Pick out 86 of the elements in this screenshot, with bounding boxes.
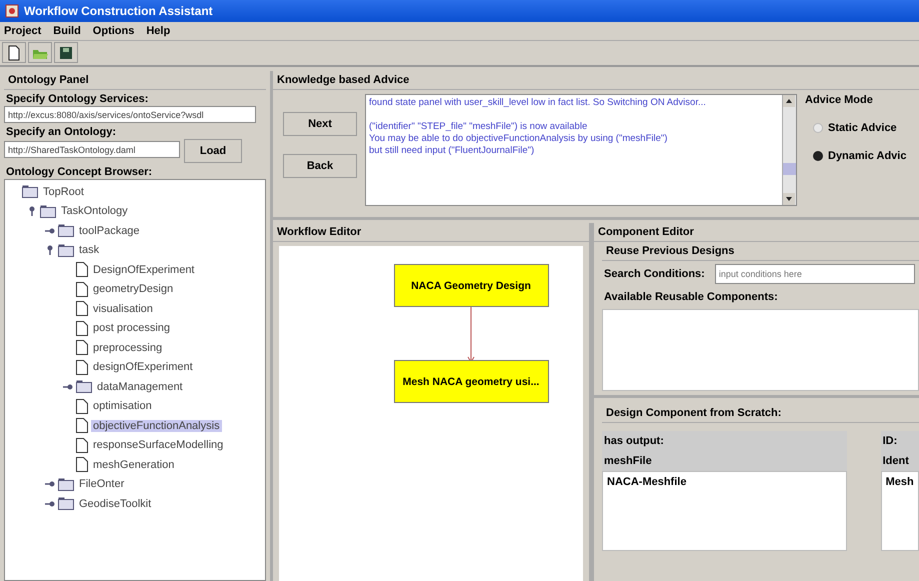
tree-item[interactable]: task xyxy=(77,244,102,256)
ontology-url-field[interactable]: http://SharedTaskOntology.daml xyxy=(4,141,180,158)
field-label: Specify an Ontology: xyxy=(5,125,118,139)
tree-item[interactable]: TaskOntology xyxy=(59,205,130,218)
load-button[interactable]: Load xyxy=(184,139,242,163)
save-button[interactable] xyxy=(54,42,78,63)
id-value-box[interactable]: Mesh xyxy=(880,471,919,551)
tree-item[interactable]: preprocessing xyxy=(91,342,164,354)
collapsed-handle-icon[interactable] xyxy=(45,479,55,490)
tree-item[interactable]: meshGeneration xyxy=(91,458,176,471)
field-label: ID: xyxy=(882,434,898,449)
field-label: Available Reusable Components: xyxy=(603,290,779,305)
tree-item[interactable]: toolPackage xyxy=(77,224,142,237)
collapsed-handle-icon[interactable] xyxy=(45,226,55,236)
tree-item[interactable]: FileOnter xyxy=(77,478,126,490)
group-title: Design Component from Scratch: xyxy=(602,404,919,423)
panel-title: Workflow Editor xyxy=(273,223,589,242)
workflow-node[interactable]: Mesh NACA geometry usi... xyxy=(394,360,548,403)
output-name: meshFile xyxy=(603,454,653,469)
menu-item[interactable]: Build xyxy=(53,25,81,37)
search-field[interactable]: input conditions here xyxy=(714,264,915,284)
document-icon xyxy=(76,340,88,356)
tree-item[interactable]: DesignOfExperiment xyxy=(91,264,196,276)
folder-icon xyxy=(22,185,38,198)
document-icon xyxy=(76,457,88,472)
tree-item[interactable]: TopRoot xyxy=(41,186,86,198)
field-label: Ontology Concept Browser: xyxy=(5,165,154,179)
id-name: Ident xyxy=(882,454,910,469)
advice-line: ("identifier" "STEP_file" "meshFile") is now available xyxy=(369,121,588,133)
scrollbar[interactable] xyxy=(782,95,796,205)
folder-icon xyxy=(58,244,74,257)
panel-title: Ontology Panel xyxy=(4,71,266,90)
tree-item[interactable]: geometryDesign xyxy=(91,283,176,296)
collapsed-handle-icon[interactable] xyxy=(45,498,55,509)
document-icon xyxy=(76,418,88,434)
app-icon xyxy=(5,4,19,18)
menu-item[interactable]: Options xyxy=(92,25,134,37)
radio-option[interactable]: Static Advice xyxy=(805,122,906,134)
folder-icon xyxy=(58,497,74,510)
tree-item[interactable]: responseSurfaceModelling xyxy=(91,439,226,452)
output-value-box[interactable]: NACA-Meshfile xyxy=(602,471,847,551)
window-title: Workflow Construction Assistant xyxy=(24,4,213,18)
tree-item[interactable]: objectiveFunctionAnalysis xyxy=(91,420,222,432)
advice-line: You may be able to do objectiveFunctionAnalysis by using ("meshFile") xyxy=(369,133,668,145)
scroll-up-icon[interactable] xyxy=(783,95,795,107)
advice-line: but still need input ("FluentJournalFile") xyxy=(369,145,536,157)
connector-arrow xyxy=(467,307,475,363)
document-icon xyxy=(76,398,88,414)
document-icon xyxy=(76,262,88,278)
document-icon xyxy=(76,360,88,375)
document-icon xyxy=(76,301,88,316)
services-url-field[interactable]: http://excus:8080/axis/services/ontoService?wsdl xyxy=(4,106,256,123)
field-label: Specify Ontology Services: xyxy=(5,92,150,106)
tree-item[interactable]: designOfExperiment xyxy=(91,361,195,374)
menu-item[interactable]: Project xyxy=(4,25,42,37)
tree-item[interactable]: dataManagement xyxy=(95,380,185,393)
tree-item[interactable]: optimisation xyxy=(91,400,154,412)
next-button[interactable]: Next xyxy=(283,112,357,136)
field-label: has output: xyxy=(603,434,665,449)
back-button[interactable]: Back xyxy=(283,154,357,178)
expanded-handle-icon[interactable] xyxy=(45,245,55,256)
scroll-thumb[interactable] xyxy=(783,163,796,175)
workflow-node[interactable]: NACA Geometry Design xyxy=(394,264,548,307)
tree-item[interactable]: GeodiseToolkit xyxy=(77,498,154,510)
advice-line: found state panel with user_skill_level low in fact list. So Switching ON Advisor... xyxy=(369,97,707,109)
menu-item[interactable]: Help xyxy=(146,25,170,37)
collapsed-handle-icon[interactable] xyxy=(63,382,73,392)
document-icon xyxy=(76,282,88,297)
tree-item[interactable]: visualisation xyxy=(91,302,155,315)
group-title: Advice Mode xyxy=(805,94,874,106)
folder-icon xyxy=(40,204,56,218)
panel-title: Component Editor xyxy=(594,223,919,242)
folder-icon xyxy=(58,224,74,238)
folder-icon xyxy=(76,380,92,394)
panel-title: Knowledge based Advice xyxy=(273,71,919,90)
folder-icon xyxy=(58,478,74,491)
document-icon xyxy=(7,44,21,60)
document-icon xyxy=(76,438,88,453)
group-title: Reuse Previous Designs xyxy=(602,242,919,261)
expanded-handle-icon[interactable] xyxy=(27,206,37,216)
document-icon xyxy=(76,320,88,336)
scroll-down-icon[interactable] xyxy=(783,193,795,205)
tree-item[interactable]: post processing xyxy=(91,322,172,334)
new-file-button[interactable] xyxy=(2,42,26,63)
radio-option[interactable]: Dynamic Advic xyxy=(805,150,906,162)
field-label: Search Conditions: xyxy=(603,267,706,282)
